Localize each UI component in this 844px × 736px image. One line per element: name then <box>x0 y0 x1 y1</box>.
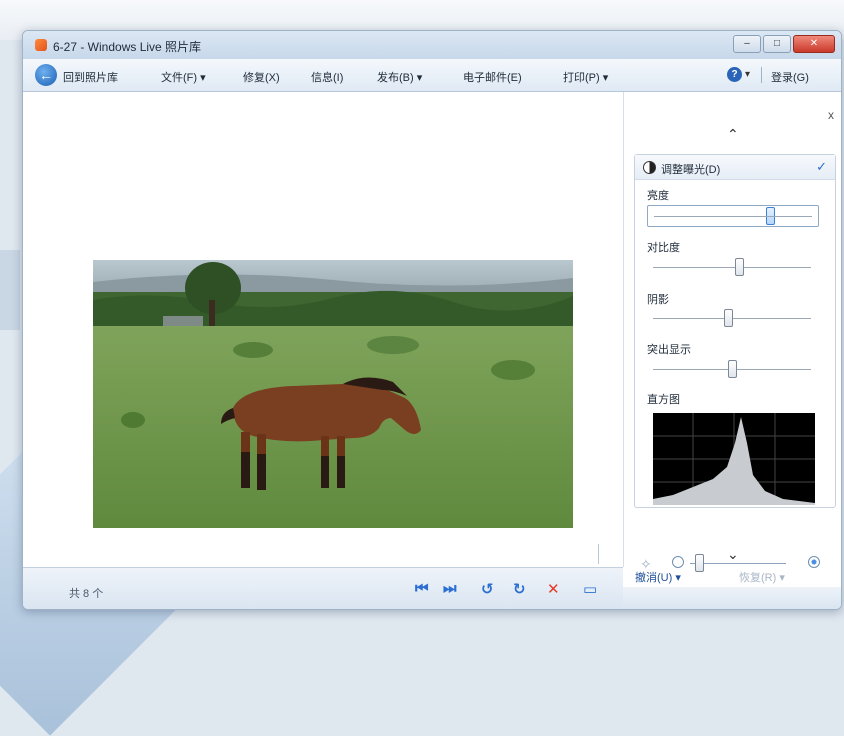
panel-actions: 撤消(U) ▾ 恢复(R) ▾ <box>623 567 841 587</box>
title-bar: 6-27 - Windows Live 照片库 – □ ✕ <box>23 31 841 59</box>
minimize-button[interactable]: – <box>733 35 761 53</box>
menu-file[interactable]: 文件(F) ▾ <box>161 69 206 85</box>
exposure-icon <box>643 161 656 174</box>
zoom-in-icon[interactable] <box>808 556 820 568</box>
contrast-label: 对比度 <box>647 242 680 254</box>
menu-info[interactable]: 信息(I) <box>311 69 343 85</box>
rotate-right-icon[interactable]: ↻ <box>513 580 526 598</box>
help-dropdown-arrow[interactable]: ▾ <box>745 69 750 80</box>
actual-size-icon[interactable]: ✧ <box>640 556 652 573</box>
status-bar: 共 8 个 ⏮ ⏭ ↺ ↻ ✕ ▭ <box>23 567 623 609</box>
highlights-slider[interactable] <box>653 360 811 378</box>
zoom-bar <box>623 587 841 609</box>
chevron-up-icon[interactable]: ⌃ <box>727 126 739 143</box>
shadows-thumb[interactable] <box>724 309 734 327</box>
zoom-out-icon[interactable] <box>672 556 684 568</box>
sign-in-button[interactable]: 登录(G) <box>771 69 809 85</box>
slideshow-icon[interactable]: ▭ <box>583 580 597 598</box>
status-separator <box>598 544 599 564</box>
zoom-slider[interactable] <box>690 554 786 572</box>
menu-email[interactable]: 电子邮件(E) <box>463 69 522 85</box>
window-title: 6-27 - Windows Live 照片库 <box>53 40 202 54</box>
menu-print[interactable]: 打印(P) ▾ <box>563 69 608 85</box>
maximize-button[interactable]: □ <box>763 35 791 53</box>
contrast-thumb[interactable] <box>735 258 745 276</box>
menu-fix[interactable]: 修复(X) <box>243 69 280 85</box>
close-button[interactable]: ✕ <box>793 35 835 53</box>
photo-gallery-window: 6-27 - Windows Live 照片库 – □ ✕ ← 回到照片库 文件… <box>22 30 842 610</box>
adjust-exposure-header[interactable]: 调整曝光(D) ✓ <box>635 155 835 180</box>
histogram-label: 直方图 <box>647 394 680 406</box>
contrast-slider[interactable] <box>653 258 811 276</box>
brightness-label: 亮度 <box>647 190 669 202</box>
rotate-left-icon[interactable]: ↺ <box>481 580 494 598</box>
adjust-exposure-label: 调整曝光(D) <box>661 164 721 176</box>
previous-icon[interactable]: ⏮ <box>415 580 429 597</box>
menu-separator <box>761 67 762 83</box>
desktop-background-strip <box>0 250 20 330</box>
shadows-label: 阴影 <box>647 294 669 306</box>
brightness-slider[interactable] <box>647 205 819 227</box>
menu-publish[interactable]: 发布(B) ▾ <box>377 69 422 85</box>
app-icon <box>35 39 47 51</box>
highlights-label: 突出显示 <box>647 344 691 356</box>
highlights-thumb[interactable] <box>727 360 737 378</box>
help-icon[interactable]: ? <box>727 67 742 82</box>
fix-side-panel: x ⌃ 调整曝光(D) ✓ 亮度 对比度 阴影 突出显示 直方图 ⌄ <box>623 92 841 567</box>
brightness-thumb[interactable] <box>765 207 775 225</box>
next-icon[interactable]: ⏭ <box>443 580 457 597</box>
redo-button[interactable]: 恢复(R) ▾ <box>739 569 785 585</box>
back-arrow-icon[interactable]: ← <box>35 64 57 86</box>
photo-horse-in-field <box>93 260 573 528</box>
back-to-gallery-button[interactable]: 回到照片库 <box>63 69 118 85</box>
panel-close-icon[interactable]: x <box>828 108 834 122</box>
item-count: 共 8 个 <box>69 588 104 600</box>
menu-bar: ← 回到照片库 文件(F) ▾ 修复(X) 信息(I) 发布(B) ▾ 电子邮件… <box>23 59 841 92</box>
histogram-chart <box>653 413 815 505</box>
photo-viewer-area <box>23 92 623 567</box>
shadows-slider[interactable] <box>653 309 811 327</box>
chevron-down-icon[interactable]: ⌄ <box>727 546 739 563</box>
zoom-thumb[interactable] <box>695 554 705 572</box>
check-icon: ✓ <box>816 159 827 174</box>
adjust-exposure-section: 调整曝光(D) ✓ 亮度 对比度 阴影 突出显示 直方图 <box>634 154 836 508</box>
delete-icon[interactable]: ✕ <box>547 580 560 598</box>
window-controls: – □ ✕ <box>733 35 835 53</box>
